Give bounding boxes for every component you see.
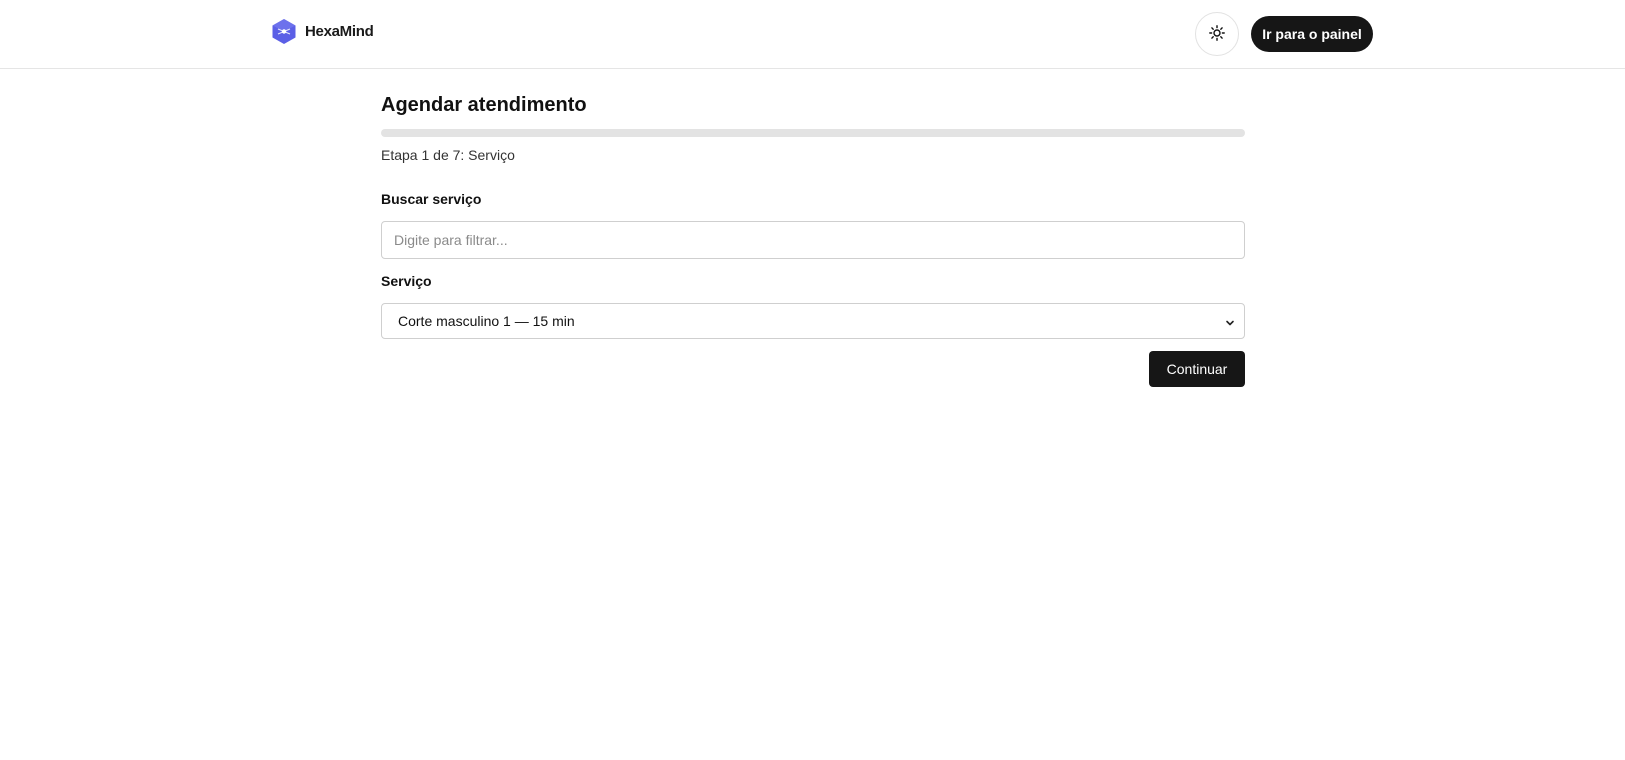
search-input[interactable]	[381, 221, 1245, 259]
theme-toggle-button[interactable]	[1195, 12, 1239, 56]
brand-name: HexaMind	[305, 23, 374, 40]
service-selected-value: Corte masculino 1 — 15 min	[398, 313, 575, 329]
chevron-down-icon	[1224, 316, 1236, 334]
service-select[interactable]: Corte masculino 1 — 15 min	[381, 303, 1245, 339]
brand-logo-link[interactable]: HexaMind	[271, 18, 374, 45]
step-indicator: Etapa 1 de 7: Serviço	[381, 147, 515, 163]
service-label: Serviço	[381, 273, 432, 289]
progress-bar	[381, 129, 1245, 137]
continue-button[interactable]: Continuar	[1149, 351, 1245, 387]
go-to-panel-button[interactable]: Ir para o painel	[1251, 16, 1373, 52]
top-header: HexaMind Ir para o painel	[0, 0, 1625, 69]
hexamind-logo-icon	[271, 18, 297, 45]
page-title: Agendar atendimento	[381, 94, 587, 116]
search-label: Buscar serviço	[381, 191, 482, 207]
sun-icon	[1209, 24, 1225, 44]
